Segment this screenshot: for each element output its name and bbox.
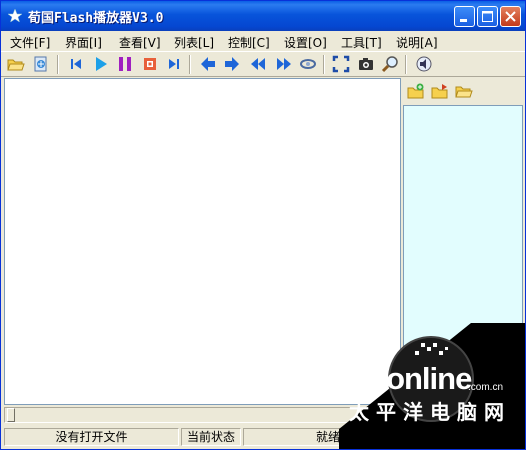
next-icon[interactable]: [165, 55, 183, 73]
toolbar: [1, 51, 525, 77]
add-folder-icon[interactable]: [431, 82, 449, 100]
minimize-icon: [460, 19, 467, 22]
open-folder-icon[interactable]: [7, 55, 25, 73]
star-icon: [8, 9, 22, 23]
maximize-button[interactable]: [477, 6, 498, 27]
toolbar-separator: [189, 55, 191, 74]
play-icon[interactable]: [92, 55, 110, 73]
seek-bar[interactable]: [4, 407, 523, 423]
menu-interface[interactable]: 界面[I]: [65, 34, 102, 51]
fullscreen-icon[interactable]: [332, 55, 350, 73]
minimize-button[interactable]: [454, 6, 475, 27]
volume-speaker-icon[interactable]: [415, 55, 433, 73]
status-bar: 没有打开文件 当前状态 就绪: [1, 425, 525, 449]
rewind-icon[interactable]: [250, 55, 268, 73]
menu-help[interactable]: 说明[A]: [396, 34, 438, 51]
open-url-icon[interactable]: [32, 55, 50, 73]
toolbar-separator: [323, 55, 325, 74]
fast-forward-icon[interactable]: [274, 55, 292, 73]
pause-icon[interactable]: [116, 55, 134, 73]
maximize-icon: [482, 11, 493, 22]
forward-arrow-icon[interactable]: [223, 55, 241, 73]
close-icon: [505, 11, 516, 22]
snapshot-camera-icon[interactable]: [357, 55, 375, 73]
menu-settings[interactable]: 设置[O]: [284, 34, 327, 51]
open-list-folder-icon[interactable]: [455, 82, 473, 100]
status-state-label: 当前状态: [181, 428, 241, 446]
stop-icon[interactable]: [141, 55, 159, 73]
close-button[interactable]: [500, 6, 521, 27]
back-arrow-icon[interactable]: [199, 55, 217, 73]
app-window: 荀国Flash播放器V3.0 文件[F] 界面[I] 查看[V] 列表[L] 控…: [0, 0, 526, 450]
toolbar-separator: [405, 55, 407, 74]
playlist-toolbar: [403, 79, 523, 103]
window-title: 荀国Flash播放器V3.0: [28, 11, 164, 26]
menu-list[interactable]: 列表[L]: [174, 34, 214, 51]
menu-tools[interactable]: 工具[T]: [341, 34, 382, 51]
toolbar-separator: [57, 55, 59, 74]
status-state: 就绪: [243, 428, 413, 446]
seek-track[interactable]: [4, 407, 523, 423]
flash-stage[interactable]: [4, 78, 401, 405]
menu-bar: 文件[F] 界面[I] 查看[V] 列表[L] 控制[C] 设置[O] 工具[T…: [1, 31, 525, 51]
loop-icon[interactable]: [299, 55, 317, 73]
menu-view[interactable]: 查看[V]: [119, 34, 161, 51]
status-file: 没有打开文件: [4, 428, 179, 446]
menu-control[interactable]: 控制[C]: [228, 34, 270, 51]
seek-thumb[interactable]: [7, 408, 15, 422]
title-bar[interactable]: 荀国Flash播放器V3.0: [1, 1, 525, 31]
previous-icon[interactable]: [67, 55, 85, 73]
add-file-folder-icon[interactable]: [407, 82, 425, 100]
playlist-panel[interactable]: [403, 105, 523, 405]
zoom-search-icon[interactable]: [381, 55, 399, 73]
menu-file[interactable]: 文件[F]: [10, 34, 50, 51]
